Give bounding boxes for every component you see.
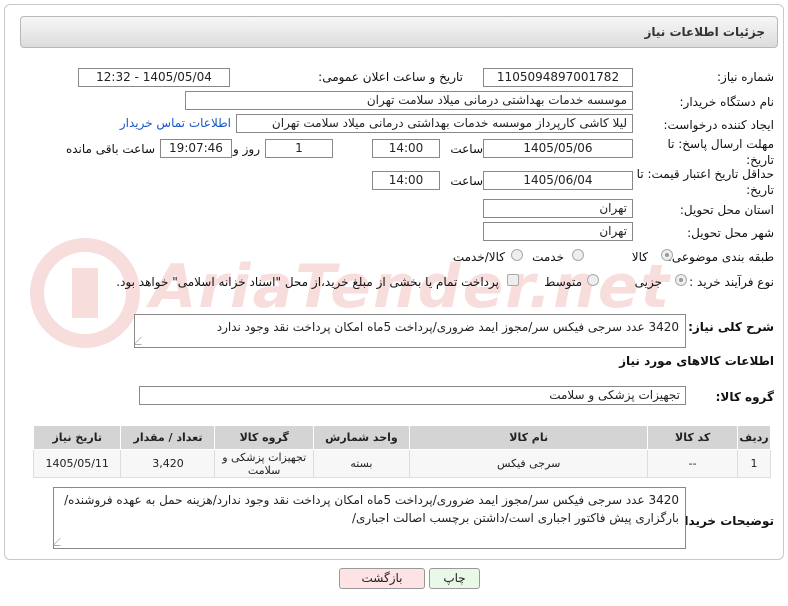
announce-label: تاریخ و ساعت اعلان عمومی: (318, 70, 463, 84)
category-radio-goods[interactable] (661, 249, 673, 261)
buyer-notes-label: توضیحات خریدار: (672, 514, 774, 528)
announce-field: 1405/05/04 - 12:32 (78, 68, 230, 87)
process-radio-medium[interactable] (587, 274, 599, 286)
buyer-org-label: نام دستگاه خریدار: (679, 95, 775, 109)
buyer-org-field: موسسه خدمات بهداشتی درمانی میلاد سلامت ت… (185, 91, 633, 110)
requester-label: ایجاد کننده درخواست: (663, 118, 774, 132)
col-group: گروه کالا (214, 425, 314, 450)
days-label: روز و (233, 142, 260, 156)
process-label: نوع فرآیند خرید : (689, 275, 774, 289)
cell-date: 1405/05/11 (32, 449, 122, 478)
summary-text: 3420 عدد سرجی فیکس سر/مجوز ایمد ضروری/پر… (216, 320, 679, 334)
days-field: 1 (265, 139, 333, 158)
print-button[interactable]: چاپ (429, 568, 480, 589)
cell-code: -- (647, 449, 738, 478)
goods-info-title: اطلاعات کالاهای مورد نیاز (619, 354, 774, 368)
process-radio-minor[interactable] (675, 274, 687, 286)
summary-label: شرح کلی نیاز: (688, 320, 774, 334)
validity-time-label: ساعت (450, 174, 483, 188)
province-label: استان محل تحویل: (679, 203, 774, 217)
col-name: نام کالا (409, 425, 649, 450)
need-number-field: 1105094897001782 (483, 68, 633, 87)
back-button[interactable]: بازگشت (339, 568, 425, 589)
category-option-service: خدمت (532, 250, 564, 264)
validity-date-field: 1405/06/04 (483, 171, 633, 190)
page-title: جزئیات اطلاعات نیاز (644, 25, 765, 39)
cell-unit: بسته (312, 449, 411, 478)
cell-group: تجهیزات پزشکی و سلامت (214, 449, 314, 478)
table-row: 1 -- سرجی فیکس بسته تجهیزات پزشکی و سلام… (32, 449, 772, 478)
deadline-date-field: 1405/05/06 (483, 139, 633, 158)
cell-row: 1 (736, 449, 772, 478)
items-table: ردیف کد کالا نام کالا واحد شمارش گروه کا… (32, 425, 772, 478)
cell-name: سرجی فیکس (409, 449, 649, 478)
remaining-label: ساعت باقی مانده (65, 142, 155, 156)
table-header-row: ردیف کد کالا نام کالا واحد شمارش گروه کا… (32, 425, 772, 450)
province-field: تهران (483, 199, 633, 218)
col-unit: واحد شمارش (312, 425, 411, 450)
goods-group-label: گروه کالا: (715, 390, 774, 404)
process-option-medium: متوسط (544, 275, 582, 289)
buyer-notes-text: 3420 عدد سرجی فیکس سر/مجوز ایمد ضروری/پر… (64, 493, 679, 525)
category-radio-service[interactable] (572, 249, 584, 261)
resize-handle-icon[interactable] (135, 337, 149, 345)
remaining-time-field: 19:07:46 (160, 139, 232, 158)
col-qty: تعداد / مقدار (120, 425, 216, 450)
deadline-time-field: 14:00 (372, 139, 440, 158)
treasury-checkbox[interactable] (507, 274, 519, 286)
contact-info-link[interactable]: اطلاعات تماس خریدار (120, 116, 231, 130)
col-date: تاریخ نیاز (32, 425, 122, 450)
validity-label: حداقل تاریخ اعتبار قیمت: تا تاریخ: (636, 167, 774, 197)
city-label: شهر محل تحویل: (687, 226, 774, 240)
buyer-notes-textarea[interactable]: 3420 عدد سرجی فیکس سر/مجوز ایمد ضروری/پر… (53, 487, 686, 549)
city-field: تهران (483, 222, 633, 241)
goods-group-field: تجهیزات پزشکی و سلامت (139, 386, 686, 405)
category-radio-both[interactable] (511, 249, 523, 261)
summary-textarea[interactable]: 3420 عدد سرجی فیکس سر/مجوز ایمد ضروری/پر… (134, 314, 686, 348)
need-number-label: شماره نیاز: (717, 70, 774, 84)
category-option-both: کالا/خدمت (452, 250, 505, 264)
panel-header: جزئیات اطلاعات نیاز (20, 16, 778, 48)
category-option-goods: کالا (631, 250, 648, 264)
category-label: طبقه بندی موضوعی: (667, 250, 774, 264)
col-row: ردیف (736, 425, 772, 450)
cell-qty: 3,420 (120, 449, 216, 478)
process-option-minor: جزیی (634, 275, 662, 289)
validity-time-field: 14:00 (372, 171, 440, 190)
resize-handle-icon[interactable] (54, 538, 68, 546)
col-code: کد کالا (647, 425, 738, 450)
deadline-label: مهلت ارسال پاسخ: تا تاریخ: (667, 137, 774, 167)
deadline-time-label: ساعت (450, 142, 483, 156)
requester-field: لیلا کاشی کارپرداز موسسه خدمات بهداشتی د… (236, 114, 633, 133)
payment-note: پرداخت تمام یا بخشی از مبلغ خرید،از محل … (116, 275, 499, 289)
